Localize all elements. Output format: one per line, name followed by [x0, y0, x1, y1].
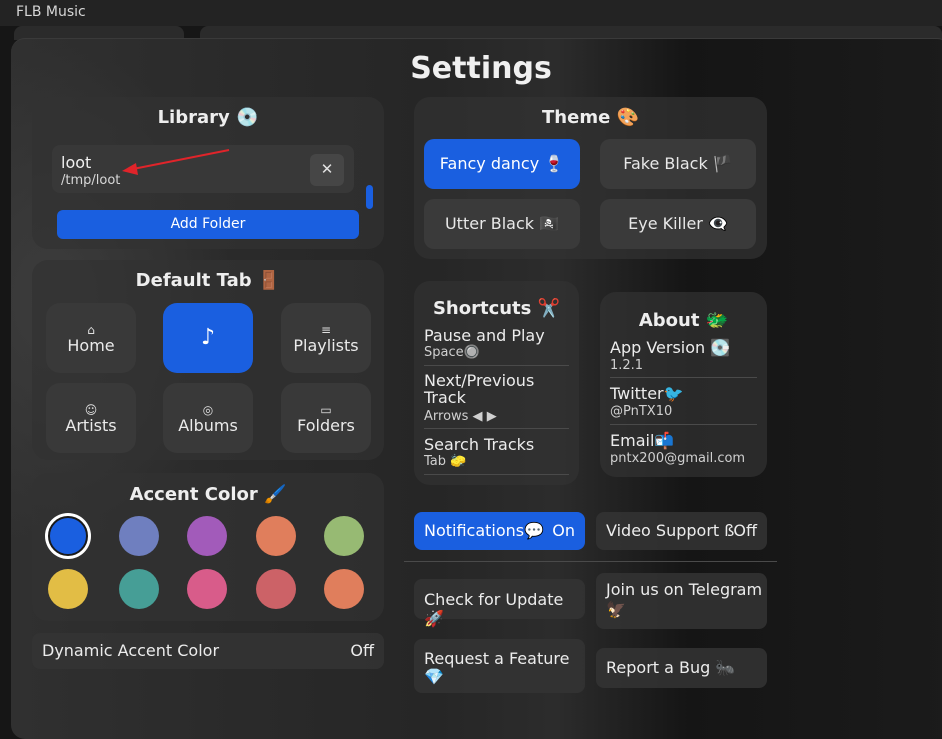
app-titlebar: FLB Music — [0, 0, 942, 26]
app-title: FLB Music — [16, 4, 86, 20]
accent-swatch[interactable] — [256, 569, 296, 609]
shortcut-title: Search Tracks — [424, 435, 535, 454]
playlist-icon: ≡ — [320, 323, 332, 337]
accent-color-card: Accent Color 🖌️ — [32, 473, 384, 621]
about-heading: About 🐲 — [638, 310, 729, 331]
library-heading: Library 💿 — [157, 107, 259, 128]
email-address[interactable]: pntx200@gmail.com — [610, 451, 745, 466]
request-feature-label: Request a Feature — [424, 649, 570, 668]
default-tab-playlists[interactable]: ≡ Playlists — [281, 303, 371, 373]
default-tab-label: Folders — [297, 416, 355, 435]
close-icon: ✕ — [320, 160, 334, 178]
telegram-button[interactable]: Join us on Telegram 🦅 — [596, 573, 767, 629]
about-title: Twitter🐦 — [610, 384, 684, 403]
remove-folder-button[interactable]: ✕ — [310, 154, 344, 186]
report-bug-label: Report a Bug 🐜 — [606, 658, 736, 677]
accent-color-heading: Accent Color 🖌️ — [129, 484, 287, 505]
theme-option-fake-black[interactable]: Fake Black 🏴 — [600, 139, 756, 189]
about-title: App Version 💽 — [610, 338, 731, 357]
folder-name: loot — [61, 153, 92, 172]
accent-swatch[interactable] — [187, 516, 227, 556]
shortcuts-heading: Shortcuts ✂️ — [432, 298, 561, 319]
divider — [424, 474, 569, 475]
default-tab-label: Home — [67, 336, 115, 355]
gem-icon: 💎 — [424, 667, 444, 686]
eagle-icon: 🦅 — [606, 600, 626, 619]
theme-card: Theme 🎨 Fancy dancy 🍷 Fake Black 🏴 Utter… — [414, 97, 767, 259]
accent-swatch[interactable] — [119, 516, 159, 556]
accent-swatch[interactable] — [48, 569, 88, 609]
video-support-toggle[interactable]: Video Support ß Off — [596, 512, 767, 550]
default-tab-home[interactable]: ⌂ Home — [46, 303, 136, 373]
notifications-value: On — [552, 521, 575, 540]
accent-swatch[interactable] — [256, 516, 296, 556]
default-tab-label: Playlists — [293, 336, 359, 355]
app-version-value: 1.2.1 — [610, 358, 644, 373]
shortcut-key: Space🔘 — [424, 345, 480, 360]
theme-option-eye-killer[interactable]: Eye Killer 👁‍🗨 — [600, 199, 756, 249]
divider — [610, 424, 757, 425]
theme-heading: Theme 🎨 — [542, 107, 639, 128]
shortcuts-card: Shortcuts ✂️ Pause and Play Space🔘 Next/… — [414, 281, 579, 485]
shortcut-key: Arrows ◀ ▶ — [424, 409, 497, 424]
about-title: Email📬 — [610, 431, 675, 450]
library-scrollbar[interactable] — [366, 185, 373, 209]
about-card: About 🐲 App Version 💽 1.2.1 Twitter🐦 @Pn… — [600, 292, 767, 477]
page-title: Settings — [410, 51, 552, 86]
dynamic-accent-toggle[interactable]: Dynamic Accent Color Off — [32, 633, 384, 669]
check-update-label: Check for Update 🚀 — [424, 590, 564, 628]
twitter-handle[interactable]: @PnTX10 — [610, 404, 672, 419]
shortcut-title: Next/Previous Track — [424, 371, 535, 407]
shortcut-title: Pause and Play — [424, 326, 545, 345]
dynamic-accent-value: Off — [350, 641, 374, 660]
shortcut-key: Tab 🧽 — [424, 454, 467, 469]
add-folder-button[interactable]: Add Folder — [57, 210, 359, 239]
notifications-label: Notifications💬 — [424, 521, 545, 540]
default-tab-albums[interactable]: ◎ Albums — [163, 383, 253, 453]
request-feature-button[interactable]: Request a Feature 💎 — [414, 639, 585, 693]
telegram-label: Join us on Telegram — [606, 580, 763, 599]
person-icon: ☺ — [84, 403, 98, 417]
theme-option-utter-black[interactable]: Utter Black 🏴‍☠️ — [424, 199, 580, 249]
check-update-button[interactable]: Check for Update 🚀 — [414, 579, 585, 628]
video-support-label: Video Support ß — [606, 521, 735, 540]
annotation-arrow — [122, 149, 230, 175]
default-tab-label: Artists — [65, 416, 117, 435]
default-tab-heading: Default Tab 🚪 — [135, 270, 281, 291]
divider — [424, 365, 569, 366]
accent-swatch[interactable] — [324, 569, 364, 609]
divider — [424, 428, 569, 429]
divider — [610, 377, 757, 378]
report-bug-button[interactable]: Report a Bug 🐜 — [596, 648, 767, 688]
default-tab-card: Default Tab 🚪 ⌂ Home ♪ ≡ Playlists ☺ Art… — [32, 260, 384, 460]
disc-icon: ◎ — [202, 403, 214, 417]
default-tab-songs[interactable]: ♪ — [163, 303, 253, 373]
section-divider — [404, 561, 777, 562]
music-note-icon: ♪ — [200, 325, 216, 350]
folder-icon: ▭ — [320, 403, 332, 417]
accent-swatch[interactable] — [119, 569, 159, 609]
default-tab-folders[interactable]: ▭ Folders — [281, 383, 371, 453]
notifications-toggle[interactable]: Notifications💬 On — [414, 512, 585, 550]
default-tab-label: Albums — [178, 416, 238, 435]
theme-option-fancy-dancy[interactable]: Fancy dancy 🍷 — [424, 139, 580, 189]
accent-swatch[interactable] — [324, 516, 364, 556]
home-icon: ⌂ — [87, 323, 95, 337]
video-support-value: Off — [733, 521, 757, 540]
accent-swatch[interactable] — [48, 516, 88, 556]
accent-swatch[interactable] — [187, 569, 227, 609]
settings-window: Settings Library 💿 loot /tmp/loot ✕ Add … — [11, 38, 942, 739]
default-tab-artists[interactable]: ☺ Artists — [46, 383, 136, 453]
dynamic-accent-label: Dynamic Accent Color — [42, 641, 220, 660]
